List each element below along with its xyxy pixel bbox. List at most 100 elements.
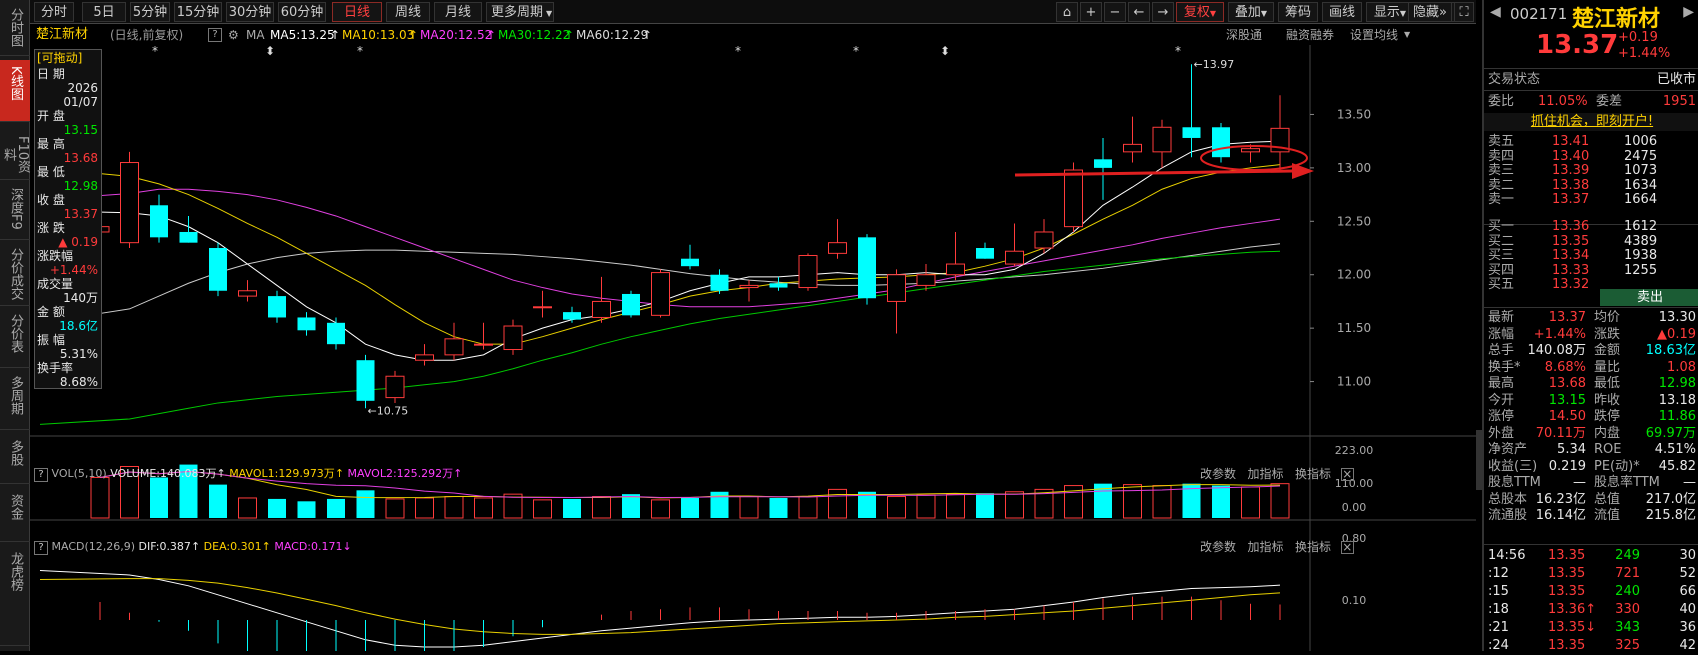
tab-f10[interactable]: F10资料 xyxy=(0,126,30,180)
tab-dragon-tiger[interactable]: 龙虎榜 xyxy=(0,546,30,646)
volume-bar xyxy=(209,484,227,518)
close-icon[interactable]: × xyxy=(1340,541,1354,554)
next-stock-icon[interactable]: ▶ xyxy=(1683,4,1694,20)
overlay-dropdown[interactable]: 叠加▼ xyxy=(1228,2,1274,22)
lock-icon[interactable]: ⌂ xyxy=(1056,2,1078,22)
help-icon[interactable]: ? xyxy=(208,28,222,42)
period-60min[interactable]: 60分钟 xyxy=(278,2,326,22)
stats-row: 最新 13.37 均价 13.30 xyxy=(1484,310,1698,326)
bid-level[interactable]: 买二 13.35 4389 xyxy=(1484,234,1698,249)
turnover-label: 换手率 xyxy=(37,361,74,375)
ask-level[interactable]: 卖三 13.39 1073 xyxy=(1484,164,1698,178)
period-monthly[interactable]: 月线 xyxy=(434,2,482,22)
stats-row: 涨停 14.50 跌停 11.86 xyxy=(1484,409,1698,425)
stat-label: 流通股 xyxy=(1488,508,1528,523)
ask-level[interactable]: 卖二 13.38 1634 xyxy=(1484,178,1698,193)
bid-level[interactable]: 买一 13.36 1612 xyxy=(1484,220,1698,234)
tick-volume: 343 xyxy=(1615,620,1640,635)
tab-multi-stock[interactable]: 多股 xyxy=(0,434,30,484)
bid-level[interactable]: 买三 13.34 1938 xyxy=(1484,249,1698,263)
stat-label: ROE xyxy=(1594,442,1622,457)
help-icon[interactable]: ? xyxy=(34,468,48,482)
period-more[interactable]: 更多周期 ▼ xyxy=(486,2,554,22)
swap-indicator-button[interactable]: 换指标 xyxy=(1295,540,1331,554)
expand-icon[interactable]: ⛶ xyxy=(1454,2,1474,22)
add-indicator-button[interactable]: 加指标 xyxy=(1247,540,1283,554)
tab-funds[interactable]: 资金 xyxy=(0,488,30,542)
close-value: 13.37 xyxy=(63,207,98,221)
volume-bar xyxy=(327,498,345,518)
period-5day[interactable]: 5日 xyxy=(82,2,126,22)
sell-button[interactable]: 卖出 xyxy=(1600,289,1698,306)
ma20-value: MA20:12.52 xyxy=(420,28,493,42)
trade-status-row: 交易状态 已收市 xyxy=(1484,71,1698,89)
period-daily[interactable]: 日线 xyxy=(332,2,382,22)
period-5min[interactable]: 5分钟 xyxy=(130,2,170,22)
settings-gear-icon[interactable]: ⚙ xyxy=(228,25,239,45)
close-icon[interactable]: × xyxy=(1340,468,1354,481)
stats-row: 收益(三) 0.219 PE(动)* 45.82 xyxy=(1484,459,1698,475)
tab-multi-period[interactable]: 多周期 xyxy=(0,372,30,430)
price-pct: +1.44% xyxy=(1618,46,1671,61)
chips-button[interactable]: 筹码 xyxy=(1278,2,1318,22)
ask-level[interactable]: 卖四 13.40 2475 xyxy=(1484,148,1698,164)
hk-connect-link[interactable]: 深股通 xyxy=(1226,25,1262,45)
candle-body xyxy=(415,354,434,361)
swap-indicator-button[interactable]: 换指标 xyxy=(1295,467,1331,481)
change-param-button[interactable]: 改参数 xyxy=(1200,467,1236,481)
kline-chart[interactable]: 13.50 13.00 12.50 12.00 11.50 11.00 * ⬍ * * * ⬍ * ←13… xyxy=(30,45,1476,651)
volume-bar xyxy=(887,496,906,519)
stats-row: 最高 13.68 最低 12.98 xyxy=(1484,376,1698,392)
ask-volume: 1664 xyxy=(1624,192,1658,207)
high-annotation: ←13.97 xyxy=(1194,58,1235,71)
change-param-button[interactable]: 改参数 xyxy=(1200,540,1236,554)
ma-settings-link[interactable]: 设置均线 xyxy=(1350,25,1398,45)
candle-body xyxy=(1094,159,1112,168)
period-15min[interactable]: 15分钟 xyxy=(174,2,222,22)
volume-bar xyxy=(415,497,434,519)
tab-fenjia-table[interactable]: 分价表 xyxy=(0,310,30,368)
scroll-right-icon[interactable]: → xyxy=(1152,2,1174,22)
tick-row: :18 13.36↑ 330 40 xyxy=(1484,601,1698,619)
stats-row: 换手* 8.68% 量比 1.08 xyxy=(1484,360,1698,376)
candle-body xyxy=(681,258,699,267)
period-fenshi[interactable]: 分时 xyxy=(34,2,74,22)
period-weekly[interactable]: 周线 xyxy=(386,2,430,22)
tab-fenshi[interactable]: 分时图 xyxy=(0,4,30,56)
ask-level[interactable]: 卖一 13.37 1664 xyxy=(1484,193,1698,207)
vol-tick-label: 223.00 xyxy=(1335,444,1374,457)
stat-value: 70.11万 xyxy=(1535,425,1586,441)
add-indicator-button[interactable]: 加指标 xyxy=(1247,467,1283,481)
scroll-left-icon[interactable]: ← xyxy=(1128,2,1150,22)
volume-value: 140万 xyxy=(63,291,98,305)
fuquan-dropdown[interactable]: 复权▼ xyxy=(1176,2,1224,22)
mavol1-value: MAVOL1:129.973万 xyxy=(229,467,335,480)
volume-bar xyxy=(798,496,818,519)
period-30min[interactable]: 30分钟 xyxy=(226,2,274,22)
draw-button[interactable]: 画线 xyxy=(1322,2,1362,22)
stat-label: 昨收 xyxy=(1594,392,1621,408)
ohlc-panel[interactable]: [可拖动] 日 期 2026 01/07 开 盘 13.15 最 高 13.68… xyxy=(34,49,102,389)
volume-bar xyxy=(592,496,611,519)
margin-trading-link[interactable]: 融资融券 xyxy=(1286,25,1334,45)
dropdown-icon: ▼ xyxy=(1209,9,1217,18)
hide-button[interactable]: 隐藏» xyxy=(1408,2,1452,22)
zoom-out-icon[interactable]: − xyxy=(1104,2,1126,22)
amount-value: 18.6亿 xyxy=(59,319,98,333)
tab-kline[interactable]: K线图 xyxy=(0,60,30,122)
bid-level[interactable]: 买四 13.33 1255 xyxy=(1484,263,1698,278)
stat-label: 最高 xyxy=(1488,376,1515,391)
ma5-value: MA5:13.25 xyxy=(270,28,335,42)
tab-fenjia-chengjiao[interactable]: 分价成交 xyxy=(0,244,30,306)
prev-stock-icon[interactable]: ◀ xyxy=(1490,4,1501,20)
ask-volume: 2475 xyxy=(1624,148,1658,164)
weicha-value: 1951 xyxy=(1662,94,1696,109)
tab-depth[interactable]: 深度F9 xyxy=(0,184,30,240)
promo-link[interactable]: 抓住机会，即刻开户! xyxy=(1484,113,1698,131)
ask-level[interactable]: 卖五 13.41 1006 xyxy=(1484,135,1698,149)
display-dropdown[interactable]: 显示▼ xyxy=(1366,2,1414,22)
tick-time: :18 xyxy=(1488,602,1509,617)
crosshair-icon[interactable]: + xyxy=(1080,2,1102,22)
help-icon[interactable]: ? xyxy=(34,541,48,555)
tick-price: 13.36↑ xyxy=(1548,602,1597,617)
